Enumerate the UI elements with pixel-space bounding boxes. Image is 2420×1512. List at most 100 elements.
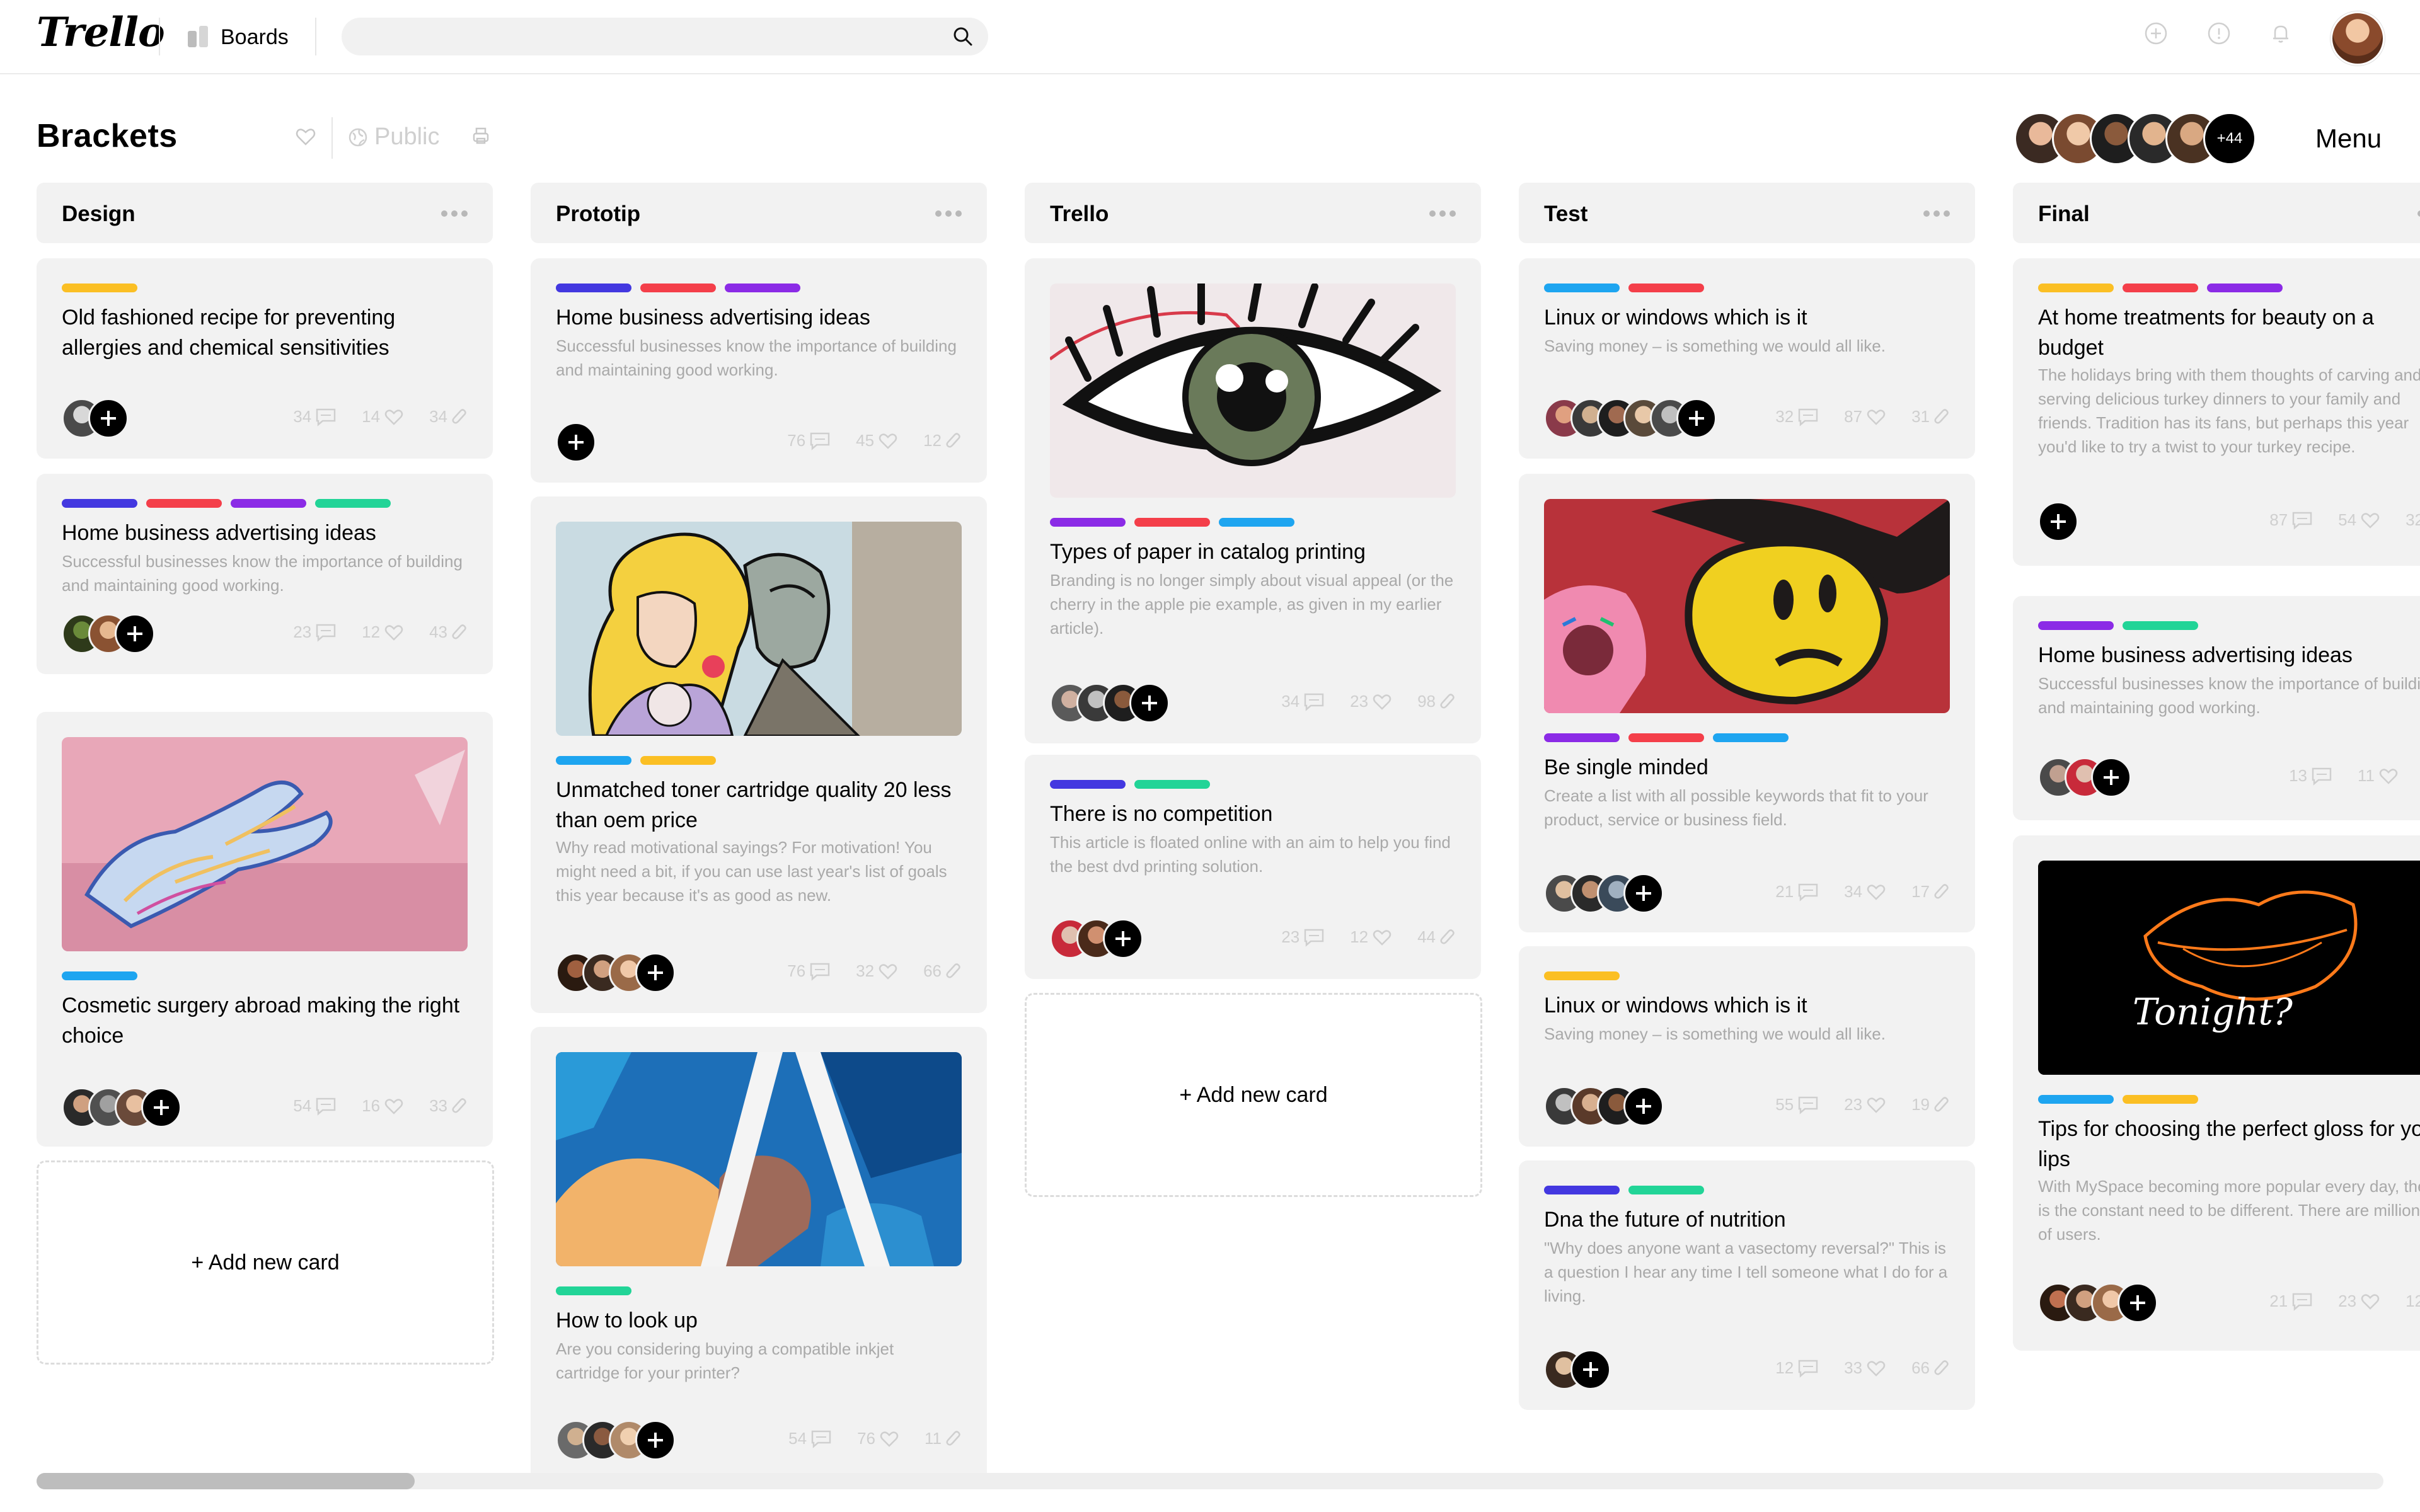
card-stats: 34 23 98 [1256, 692, 1456, 711]
scrollbar-thumb[interactable] [37, 1473, 415, 1489]
list-header: Design [37, 183, 493, 243]
print-icon[interactable] [470, 125, 492, 146]
boards-button[interactable]: Boards [187, 23, 289, 52]
add-member-button[interactable] [115, 614, 155, 654]
card-members [556, 953, 676, 993]
list-title[interactable]: Final [2038, 202, 2090, 227]
label-yellow [2038, 284, 2114, 292]
card[interactable]: Types of paper in catalog printing Brand… [1025, 258, 1481, 743]
label-red [146, 499, 222, 508]
paperclip-icon [452, 408, 466, 424]
card-title: There is no competition [1050, 802, 1273, 826]
comments-count: 23 [293, 622, 337, 642]
comments-count: 55 [1775, 1095, 1819, 1114]
card[interactable]: Be single minded Create a list with all … [1519, 474, 1975, 932]
card-members [1544, 1349, 1611, 1390]
card-members [1544, 1086, 1664, 1126]
board-title: Brackets [37, 118, 178, 154]
add-member-button[interactable] [88, 398, 129, 438]
more-members-badge[interactable]: +44 [2203, 112, 2256, 165]
paperclip-icon [946, 432, 960, 448]
add-card-button[interactable]: + Add new card [1025, 993, 1482, 1197]
paperclip-icon [946, 1430, 960, 1446]
attachments-count: 32 [2406, 510, 2420, 529]
card[interactable]: Home business advertising ideas Successf… [37, 474, 493, 674]
card-stats: 76 45 12 [762, 431, 962, 450]
list-title[interactable]: Test [1544, 202, 1587, 227]
card[interactable]: Unmatched toner cartridge quality 20 les… [531, 496, 987, 1013]
card-labels [556, 756, 725, 765]
add-member-button[interactable] [1570, 1349, 1611, 1390]
add-member-button[interactable] [1676, 398, 1717, 438]
visibility-button[interactable]: Public [348, 123, 440, 151]
card-description: Successful businesses know the importanc… [62, 552, 463, 595]
list-title[interactable]: Prototip [556, 202, 640, 227]
attachments-count: 33 [429, 1096, 468, 1116]
card-footer: 12 33 66 [1544, 1349, 1950, 1391]
add-member-button[interactable] [2091, 757, 2131, 798]
label-green [2123, 621, 2198, 630]
divider [331, 117, 333, 159]
card-members [2038, 1283, 2158, 1323]
card[interactable]: Home business advertising ideas Successf… [2013, 596, 2420, 820]
add-member-button[interactable] [1623, 873, 1664, 914]
menu-button[interactable]: Menu [2315, 123, 2382, 154]
card-description: With MySpace becoming more popular every… [2038, 1177, 2420, 1244]
add-member-button[interactable] [2038, 501, 2078, 542]
card-title: Dna the future of nutrition [1544, 1208, 1786, 1232]
card[interactable]: There is no competition This article is … [1025, 755, 1481, 979]
search-icon[interactable] [953, 26, 973, 47]
info-icon[interactable] [2207, 21, 2231, 45]
card-description: Saving money – is something we would all… [1544, 336, 1886, 355]
card[interactable]: Cosmetic surgery abroad making the right… [37, 712, 493, 1147]
attachments-count: 34 [429, 407, 468, 427]
list-menu-icon[interactable] [437, 210, 468, 217]
card-footer: 13 11 [2038, 757, 2420, 799]
card[interactable]: Home business advertising ideas Successf… [531, 258, 987, 483]
list-title[interactable]: Trello [1050, 202, 1109, 227]
add-member-button[interactable] [141, 1087, 182, 1128]
comment-icon [1304, 929, 1324, 947]
card-labels [1544, 733, 1797, 742]
favorite-heart-icon[interactable] [295, 126, 316, 147]
add-member-button[interactable] [1103, 919, 1143, 959]
bell-icon[interactable] [2269, 21, 2293, 45]
list-menu-icon[interactable] [2414, 210, 2420, 217]
card[interactable]: Linux or windows which is it Saving mone… [1519, 946, 1975, 1147]
card[interactable]: Tonight? Tips for choosing the perfect g… [2013, 835, 2420, 1351]
card-members [2038, 757, 2131, 798]
board-members[interactable]: +44 [2014, 112, 2256, 165]
card-title: How to look up [556, 1309, 698, 1332]
board-app: Trello Boards Brackets Public +44 Menu D… [0, 0, 2420, 1512]
user-avatar[interactable] [2331, 11, 2385, 66]
card-footer: 76 32 66 [556, 953, 962, 994]
card[interactable]: At home treatments for beauty on a budge… [2013, 258, 2420, 566]
comments-count: 34 [1281, 692, 1325, 711]
add-icon[interactable] [2144, 21, 2168, 45]
list-title[interactable]: Design [62, 202, 135, 227]
label-red [640, 284, 716, 292]
add-member-button[interactable] [635, 953, 676, 993]
label-purple [1050, 518, 1126, 527]
paperclip-icon [1934, 1360, 1949, 1375]
card[interactable]: How to look up Are you considering buyin… [531, 1027, 987, 1482]
card[interactable]: Old fashioned recipe for preventing alle… [37, 258, 493, 459]
card-title: Types of paper in catalog printing [1050, 540, 1366, 564]
add-member-button[interactable] [1129, 683, 1170, 723]
list-menu-icon[interactable] [1920, 210, 1950, 217]
add-member-button[interactable] [1623, 1086, 1664, 1126]
trello-logo[interactable]: Trello [37, 9, 165, 56]
add-card-button[interactable]: + Add new card [37, 1160, 494, 1365]
list-menu-icon[interactable] [931, 210, 962, 217]
label-cyan [1544, 284, 1620, 292]
label-green [556, 1286, 631, 1295]
add-member-button[interactable] [635, 1420, 676, 1460]
list-menu-icon[interactable] [1426, 210, 1456, 217]
search-input[interactable] [342, 18, 988, 55]
card[interactable]: Linux or windows which is it Saving mone… [1519, 258, 1975, 459]
globe-icon [349, 128, 367, 146]
add-member-button[interactable] [556, 422, 596, 462]
add-member-button[interactable] [2118, 1283, 2158, 1323]
card-labels [1050, 780, 1219, 789]
card[interactable]: Dna the future of nutrition "Why does an… [1519, 1160, 1975, 1410]
